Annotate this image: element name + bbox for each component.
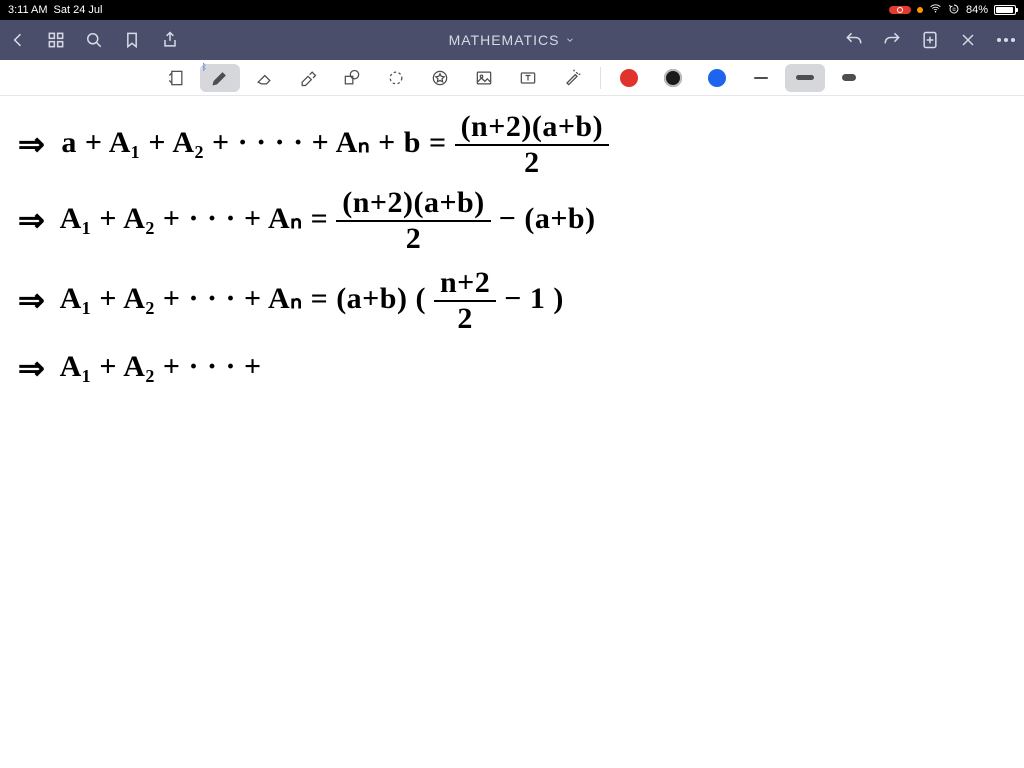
orientation-lock-icon <box>948 3 960 18</box>
add-page-button[interactable] <box>920 30 940 50</box>
line1-lhs: a + A₁ + A₂ + · · · · + Aₙ + b = <box>61 126 446 159</box>
line4-text: A₁ + A₂ + · · · + <box>60 350 262 383</box>
eraser-tool[interactable] <box>244 64 284 92</box>
highlighter-tool[interactable] <box>288 64 328 92</box>
doc-title[interactable]: MATHEMATICS <box>196 32 828 48</box>
redo-button[interactable] <box>882 30 902 50</box>
line3-lhs: A₁ + A₂ + · · · + Aₙ = (a+b) ( <box>60 282 426 315</box>
implies-arrow-icon: ⇒ <box>18 349 45 387</box>
more-button[interactable] <box>996 30 1016 50</box>
color-blue[interactable] <box>697 64 737 92</box>
chevron-down-icon <box>565 35 575 45</box>
bluetooth-icon: ᛒ <box>202 62 207 72</box>
pen-tool[interactable]: ᛒ <box>200 64 240 92</box>
text-tool[interactable] <box>508 64 548 92</box>
implies-arrow-icon: ⇒ <box>18 281 45 319</box>
lasso-tool[interactable] <box>376 64 416 92</box>
back-button[interactable] <box>8 30 28 50</box>
color-red[interactable] <box>609 64 649 92</box>
implies-arrow-icon: ⇒ <box>18 125 45 163</box>
screen-recording-indicator[interactable] <box>889 6 911 14</box>
battery-icon <box>994 5 1016 15</box>
status-left: 3:11 AM Sat 24 Jul <box>8 4 102 16</box>
line2-lhs: A₁ + A₂ + · · · + Aₙ = <box>60 202 329 235</box>
doc-title-text: MATHEMATICS <box>449 32 560 48</box>
handwriting-line-1: ⇒ a + A₁ + A₂ + · · · · + Aₙ + b = (n+2)… <box>18 112 609 178</box>
record-icon <box>897 7 903 13</box>
line1-fraction: (n+2)(a+b) 2 <box>455 112 610 178</box>
implies-arrow-icon: ⇒ <box>18 201 45 239</box>
battery-percent: 84% <box>966 4 988 16</box>
search-button[interactable] <box>84 30 104 50</box>
wifi-icon <box>929 2 942 18</box>
header-right-group <box>844 30 1016 50</box>
handwriting-line-3: ⇒ A₁ + A₂ + · · · + Aₙ = (a+b) ( n+2 2 −… <box>18 268 564 334</box>
favorites-tool[interactable] <box>420 64 460 92</box>
image-tool[interactable] <box>464 64 504 92</box>
ipad-status-bar: 3:11 AM Sat 24 Jul 84% <box>0 0 1024 20</box>
line3-tail: − 1 ) <box>504 282 564 315</box>
line2-fraction: (n+2)(a+b) 2 <box>336 188 491 254</box>
status-time: 3:11 AM <box>8 4 48 16</box>
toolbar-divider <box>600 67 601 89</box>
line2-tail: − (a+b) <box>499 202 596 235</box>
note-canvas[interactable]: ⇒ a + A₁ + A₂ + · · · · + Aₙ + b = (n+2)… <box>0 96 1024 768</box>
handwriting-line-4: ⇒ A₁ + A₂ + · · · + <box>18 346 262 384</box>
app-header: MATHEMATICS <box>0 20 1024 60</box>
line3-fraction: n+2 2 <box>434 268 496 334</box>
status-right: 84% <box>889 2 1016 18</box>
thickness-thick[interactable] <box>829 64 869 92</box>
bookmark-button[interactable] <box>122 30 142 50</box>
color-black[interactable] <box>653 64 693 92</box>
thickness-thin[interactable] <box>741 64 781 92</box>
page-view-tool[interactable] <box>156 64 196 92</box>
status-date: Sat 24 Jul <box>54 4 103 16</box>
share-button[interactable] <box>160 30 180 50</box>
laser-tool[interactable] <box>552 64 592 92</box>
close-button[interactable] <box>958 30 978 50</box>
thumbnails-button[interactable] <box>46 30 66 50</box>
handwriting-line-2: ⇒ A₁ + A₂ + · · · + Aₙ = (n+2)(a+b) 2 − … <box>18 188 596 254</box>
header-left-group <box>8 30 180 50</box>
undo-button[interactable] <box>844 30 864 50</box>
shapes-tool[interactable] <box>332 64 372 92</box>
mic-in-use-indicator <box>917 7 923 13</box>
drawing-toolbar: ᛒ <box>0 60 1024 96</box>
thickness-medium[interactable] <box>785 64 825 92</box>
